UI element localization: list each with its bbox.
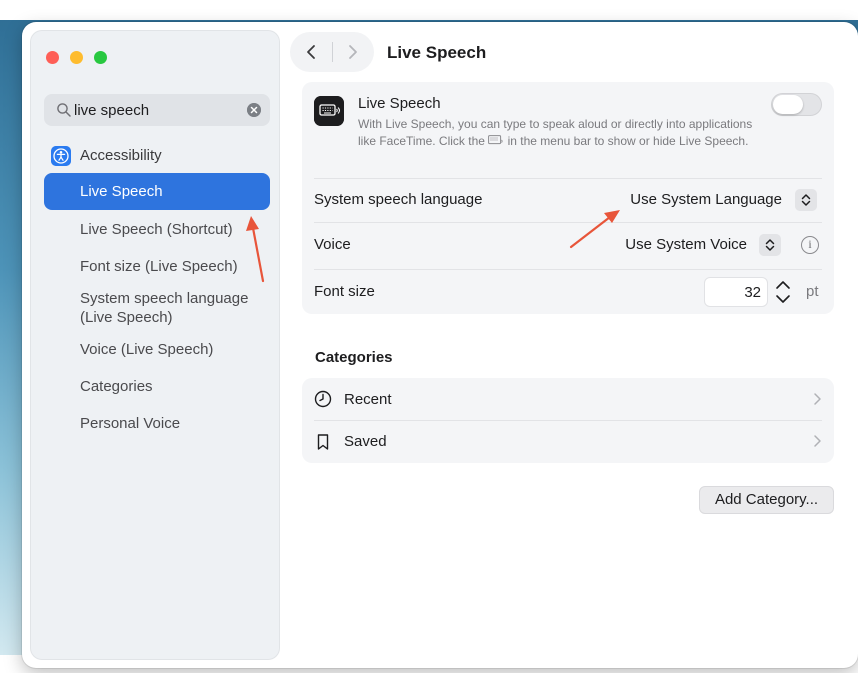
category-label-saved: Saved <box>344 433 387 450</box>
search-field[interactable] <box>44 94 270 126</box>
font-size-value: 32 <box>744 284 761 301</box>
system-speech-language-row: System speech language Use System Langua… <box>302 179 834 222</box>
search-icon <box>57 103 71 117</box>
live-speech-description-end: in the menu bar to show or hide Live Spe… <box>507 134 749 148</box>
bookmark-icon <box>317 434 329 450</box>
nav-divider <box>332 42 333 62</box>
sidebar-category-label: Accessibility <box>80 147 162 164</box>
settings-window: Accessibility Live Speech Live Speech (S… <box>22 22 858 668</box>
font-size-unit: pt <box>806 283 819 300</box>
accessibility-icon <box>51 146 71 166</box>
category-row-recent[interactable]: Recent <box>302 378 834 420</box>
categories-heading: Categories <box>315 349 393 366</box>
voice-row: Voice Use System Voice i <box>302 223 834 269</box>
font-size-field[interactable]: 32 <box>704 277 768 307</box>
live-speech-row: Live Speech With Live Speech, you can ty… <box>302 82 834 178</box>
page-title: Live Speech <box>387 43 487 62</box>
voice-label: Voice <box>314 236 351 253</box>
sidebar-item-voice[interactable]: Voice (Live Speech) <box>44 340 270 359</box>
sidebar-item-system-speech-language[interactable]: System speech language (Live Speech) <box>44 289 274 327</box>
chevron-right-icon <box>814 435 821 447</box>
sidebar-item-categories[interactable]: Categories <box>44 377 270 396</box>
clear-search-icon[interactable] <box>247 103 261 117</box>
keyboard-speech-icon <box>314 96 344 126</box>
font-size-row: Font size 32 pt <box>302 270 834 314</box>
zoom-window-button[interactable] <box>94 51 107 64</box>
font-size-label: Font size <box>314 283 375 300</box>
navigation-buttons <box>290 32 374 72</box>
sidebar-item-personal-voice[interactable]: Personal Voice <box>44 414 270 433</box>
sidebar-item-live-speech[interactable]: Live Speech <box>44 173 270 210</box>
live-speech-settings-group: Live Speech With Live Speech, you can ty… <box>302 82 834 314</box>
live-speech-description: With Live Speech, you can type to speak … <box>358 116 758 150</box>
toggle-knob <box>773 95 803 114</box>
chevron-right-icon[interactable] <box>340 40 364 64</box>
sidebar-item-live-speech-shortcut[interactable]: Live Speech (Shortcut) <box>44 220 270 239</box>
add-category-button[interactable]: Add Category... <box>699 486 834 514</box>
live-speech-toggle[interactable] <box>771 93 822 116</box>
chevron-right-icon <box>814 393 821 405</box>
category-label-recent: Recent <box>344 391 392 408</box>
close-window-button[interactable] <box>46 51 59 64</box>
category-row-saved[interactable]: Saved <box>302 421 834 463</box>
popup-arrows-icon[interactable] <box>795 189 817 211</box>
chevron-left-icon[interactable] <box>300 40 324 64</box>
categories-group: Recent Saved <box>302 378 834 463</box>
popup-arrows-icon[interactable] <box>759 234 781 256</box>
clock-icon <box>314 390 332 408</box>
live-speech-title: Live Speech <box>358 95 441 112</box>
keyboard-menu-icon <box>488 135 503 145</box>
desktop-top-strip <box>0 0 858 20</box>
stepper-icon[interactable] <box>774 278 792 306</box>
info-icon[interactable]: i <box>801 236 819 254</box>
system-speech-language-value[interactable]: Use System Language <box>630 191 782 208</box>
system-speech-language-label: System speech language <box>314 191 483 208</box>
sidebar: Accessibility Live Speech Live Speech (S… <box>30 30 280 660</box>
voice-value[interactable]: Use System Voice <box>625 236 747 253</box>
search-input[interactable] <box>74 100 234 120</box>
sidebar-item-font-size[interactable]: Font size (Live Speech) <box>44 257 270 276</box>
minimize-window-button[interactable] <box>70 51 83 64</box>
